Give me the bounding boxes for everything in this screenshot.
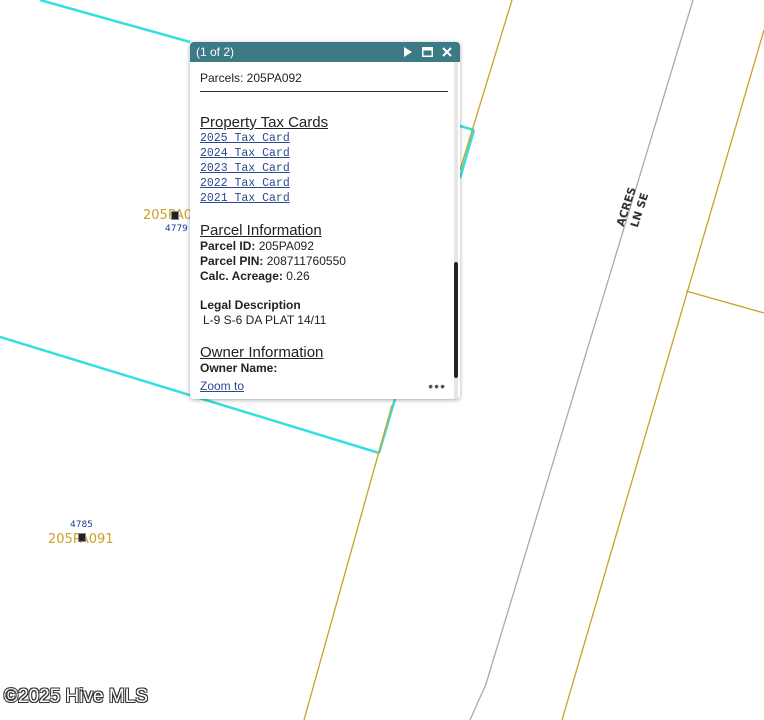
property-line [459, 0, 513, 171]
property-line [303, 404, 393, 720]
tax-card-link[interactable]: 2025 Tax Card [200, 131, 448, 146]
acreage-label: Calc. Acreage: [200, 269, 283, 283]
watermark: ©2025 Hive MLS [4, 686, 148, 707]
tax-card-link[interactable]: 2023 Tax Card [200, 161, 448, 176]
tax-card-link[interactable]: 2021 Tax Card [200, 191, 448, 206]
popup-header: (1 of 2) [190, 42, 460, 62]
parcel-info-heading: Parcel Information [200, 222, 322, 239]
parcel-popup: (1 of 2) Parcels: 205PA092 Property Tax … [190, 42, 460, 399]
more-options-icon[interactable]: ••• [428, 378, 446, 394]
acreage-value: 0.26 [286, 269, 310, 283]
popup-title: Parcels: 205PA092 [200, 71, 448, 92]
property-line [561, 29, 764, 720]
owner-info-heading: Owner Information [200, 344, 324, 361]
close-icon [442, 47, 452, 57]
popup-scrollbar[interactable] [454, 62, 458, 399]
parcel-id-label: Parcel ID: [200, 239, 256, 253]
house-number-label: 4785 [70, 520, 93, 530]
parcel-id-row: Parcel ID: 205PA092 [200, 239, 448, 254]
next-feature-button[interactable] [400, 45, 414, 59]
legal-description-label: Legal Description [200, 298, 301, 312]
tax-card-link[interactable]: 2022 Tax Card [200, 176, 448, 191]
legal-description-value: L-9 S-6 DA PLAT 14/11 [203, 313, 327, 327]
popup-count: (1 of 2) [196, 45, 235, 59]
parcel-pin-row: Parcel PIN: 208711760550 [200, 254, 448, 269]
popup-footer: Zoom to ••• [200, 378, 446, 394]
zoom-to-link[interactable]: Zoom to [200, 379, 428, 393]
parcel-id-value: 205PA092 [258, 239, 314, 253]
parcel-marker[interactable] [171, 211, 179, 220]
close-button[interactable] [440, 45, 454, 59]
house-number-label: 4779 [165, 224, 188, 234]
scrollbar-thumb[interactable] [454, 262, 458, 378]
road-centerline [469, 0, 694, 720]
parcel-pin-value: 208711760550 [266, 254, 346, 268]
property-line [685, 290, 764, 314]
parcel-boundary [39, 0, 191, 44]
maximize-button[interactable] [420, 45, 434, 59]
tax-card-link[interactable]: 2024 Tax Card [200, 146, 448, 161]
play-icon [403, 47, 412, 57]
owner-name-label: Owner Name: [200, 361, 278, 375]
parcel-marker[interactable] [78, 533, 86, 542]
tax-cards-heading: Property Tax Cards [200, 114, 329, 131]
maximize-icon [421, 47, 433, 57]
popup-content[interactable]: Parcels: 205PA092 Property Tax Cards 202… [200, 62, 448, 381]
acreage-row: Calc. Acreage: 0.26 [200, 269, 448, 284]
parcel-boundary [458, 129, 476, 179]
parcel-pin-label: Parcel PIN: [200, 254, 264, 268]
